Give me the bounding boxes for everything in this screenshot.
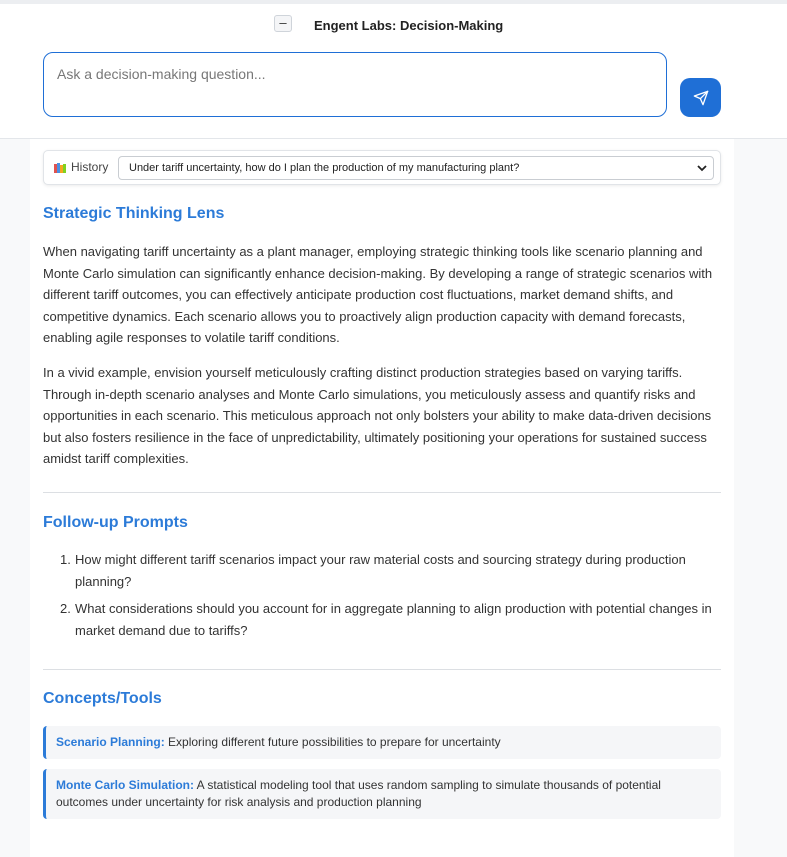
divider: [43, 669, 721, 670]
history-select[interactable]: Under tariff uncertainty, how do I plan …: [118, 156, 714, 180]
divider: [43, 492, 721, 493]
followup-item-text: How might different tariff scenarios imp…: [75, 552, 686, 589]
books-icon: [54, 163, 66, 173]
lens-paragraph: In a vivid example, envision yourself me…: [43, 365, 712, 466]
collapse-button[interactable]: –: [274, 15, 292, 32]
concept-card: Scenario Planning: Exploring different f…: [43, 726, 721, 759]
history-selected-value: Under tariff uncertainty, how do I plan …: [129, 162, 520, 174]
response-panel: History Under tariff uncertainty, how do…: [30, 139, 734, 857]
followup-item-number: 1.: [60, 552, 71, 567]
concept-name: Monte Carlo Simulation:: [56, 778, 194, 792]
history-label: History: [71, 160, 109, 174]
lens-heading: Strategic Thinking Lens: [43, 205, 225, 222]
chevron-down-icon: [697, 165, 707, 172]
followup-item[interactable]: 1. How might different tariff scenarios …: [43, 549, 721, 592]
concept-description: Exploring different future possibilities…: [168, 735, 501, 749]
send-paper-plane-icon: [693, 90, 708, 105]
followup-item-text: What considerations should you account f…: [75, 601, 712, 638]
followup-heading: Follow-up Prompts: [43, 514, 188, 531]
followup-item[interactable]: 2. What considerations should you accoun…: [43, 598, 721, 641]
followup-list: 1. How might different tariff scenarios …: [43, 549, 721, 647]
concept-name: Scenario Planning:: [56, 735, 165, 749]
lens-paragraph: When navigating tariff uncertainty as a …: [43, 244, 713, 345]
question-input[interactable]: [43, 52, 667, 117]
history-bar: History Under tariff uncertainty, how do…: [43, 150, 721, 185]
followup-item-number: 2.: [60, 601, 71, 616]
concepts-heading: Concepts/Tools: [43, 690, 162, 707]
header-bar: – Engent Labs: Decision-Making: [0, 0, 787, 139]
app-title: Engent Labs: Decision-Making: [314, 18, 504, 33]
send-button[interactable]: [680, 78, 721, 117]
concept-card: Monte Carlo Simulation: A statistical mo…: [43, 769, 721, 819]
